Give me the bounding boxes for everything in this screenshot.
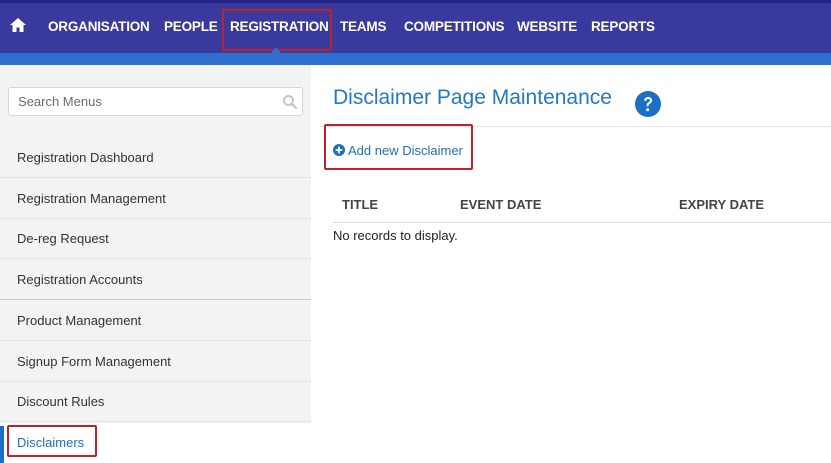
home-icon[interactable] [8, 15, 28, 35]
search-menus-input[interactable] [9, 88, 279, 115]
sidebar-disclaimers-highlight [7, 425, 97, 457]
nav-reports[interactable]: REPORTS [591, 19, 655, 39]
nav-website[interactable]: WEBSITE [517, 19, 577, 39]
column-header-title[interactable]: TITLE [342, 197, 378, 212]
sidebar-item-product-management[interactable]: Product Management [0, 301, 311, 341]
nav-competitions[interactable]: COMPETITIONS [404, 19, 505, 39]
column-header-expiry-date[interactable]: EXPIRY DATE [679, 197, 764, 212]
nav-stripe [0, 53, 831, 65]
search-menus-box [8, 87, 303, 116]
sidebar-item-dereg-request[interactable]: De-reg Request [0, 219, 311, 259]
nav-people[interactable]: PEOPLE [164, 19, 218, 39]
active-indicator [0, 426, 4, 463]
add-new-disclaimer-label: Add new Disclaimer [348, 142, 463, 158]
table-header-divider [333, 222, 831, 223]
nav-organisation[interactable]: ORGANISATION [48, 19, 150, 39]
plus-circle-icon [333, 144, 345, 156]
sidebar-item-registration-accounts[interactable]: Registration Accounts [0, 260, 311, 300]
page-title: Disclaimer Page Maintenance [333, 86, 612, 109]
sidebar-item-registration-management[interactable]: Registration Management [0, 179, 311, 219]
nav-teams[interactable]: TEAMS [340, 19, 386, 39]
sidebar-item-registration-dashboard[interactable]: Registration Dashboard [0, 138, 311, 178]
empty-table-message: No records to display. [333, 228, 458, 243]
top-navigation: ORGANISATION PEOPLE REGISTRATION TEAMS C… [0, 0, 831, 54]
nav-registration-highlight [222, 9, 332, 51]
sidebar-item-discount-rules[interactable]: Discount Rules [0, 382, 311, 422]
sidebar-item-signup-form-management[interactable]: Signup Form Management [0, 342, 311, 382]
add-new-disclaimer-link[interactable]: Add new Disclaimer [333, 141, 463, 159]
help-icon[interactable] [634, 90, 662, 118]
column-header-event-date[interactable]: EVENT DATE [460, 197, 541, 212]
search-icon[interactable] [282, 94, 298, 110]
